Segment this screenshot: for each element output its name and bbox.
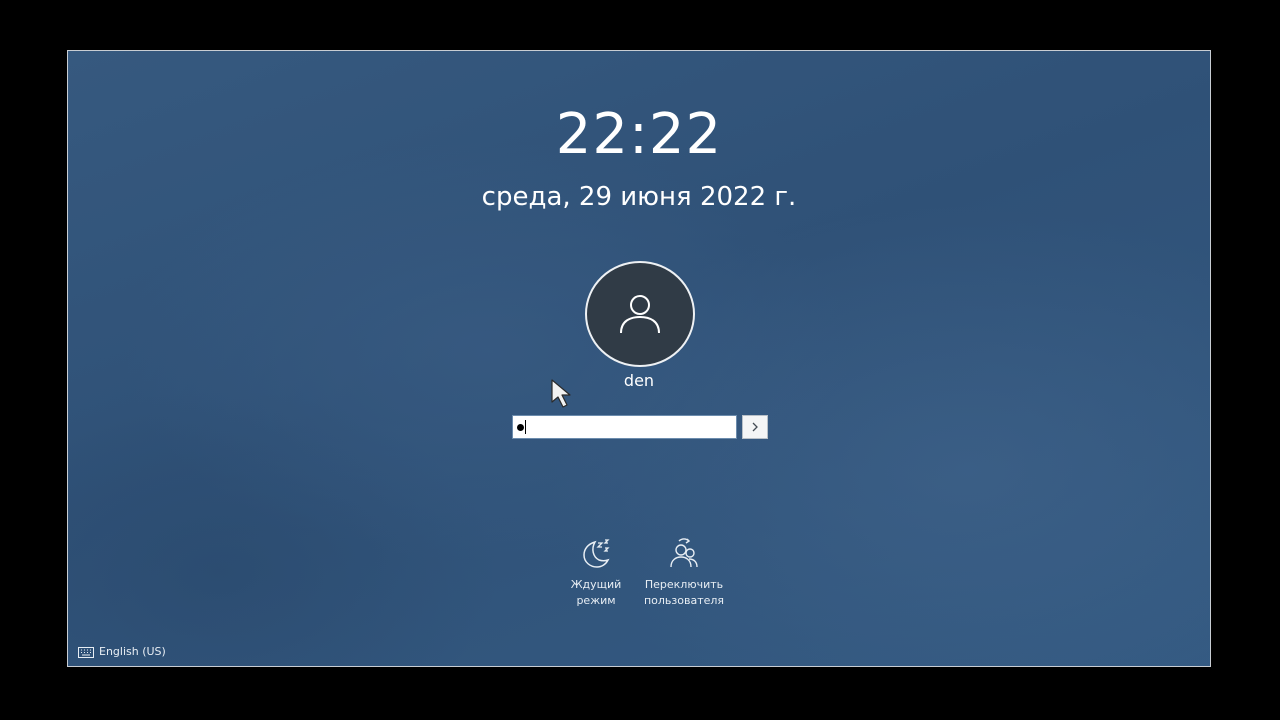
login-submit-button[interactable] bbox=[742, 415, 768, 439]
password-mask-dot bbox=[517, 423, 524, 431]
keyboard-layout-label: English (US) bbox=[99, 645, 166, 658]
chevron-right-icon bbox=[752, 422, 758, 432]
keyboard-layout-indicator[interactable]: English (US) bbox=[78, 645, 166, 658]
mouse-cursor-icon bbox=[551, 379, 571, 408]
password-field[interactable] bbox=[512, 415, 737, 439]
text-caret bbox=[525, 420, 526, 434]
keyboard-icon bbox=[78, 646, 94, 658]
switch-user-label: Переключить пользователя bbox=[643, 578, 725, 607]
sleep-moon-icon bbox=[583, 539, 610, 568]
switch-user-button[interactable]: Переключить пользователя bbox=[638, 537, 730, 609]
user-icon bbox=[620, 295, 660, 334]
user-avatar[interactable] bbox=[585, 261, 695, 367]
clock-date: среда, 29 июня 2022 г. bbox=[481, 182, 797, 212]
suspend-label: Ждущий режим bbox=[570, 578, 622, 607]
switch-user-icon bbox=[670, 538, 698, 568]
lock-screen: 22:22 среда, 29 июня 2022 г. den Ждущий … bbox=[67, 50, 1211, 667]
clock-time: 22:22 bbox=[555, 102, 723, 167]
username-label: den bbox=[623, 371, 655, 390]
suspend-button[interactable]: Ждущий режим bbox=[558, 537, 634, 609]
